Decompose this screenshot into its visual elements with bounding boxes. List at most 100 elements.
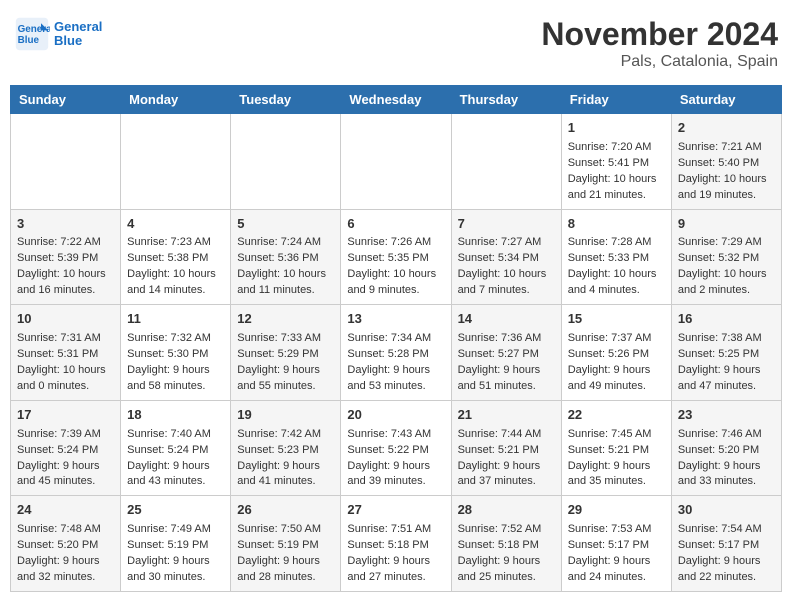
- calendar-cell: 25 Sunrise: 7:49 AM Sunset: 5:19 PM Dayli…: [121, 496, 231, 592]
- day-of-week-header: Monday: [121, 86, 231, 114]
- day-info: Sunrise: 7:32 AM Sunset: 5:30 PM Dayligh…: [127, 332, 211, 392]
- logo-text-line2: Blue: [54, 34, 102, 48]
- day-number: 17: [17, 406, 114, 425]
- calendar-week-row: 10 Sunrise: 7:31 AM Sunset: 5:31 PM Dayli…: [11, 305, 782, 401]
- day-info: Sunrise: 7:28 AM Sunset: 5:33 PM Dayligh…: [568, 236, 657, 296]
- day-number: 28: [458, 501, 555, 520]
- calendar-cell: 20 Sunrise: 7:43 AM Sunset: 5:22 PM Dayli…: [341, 400, 451, 496]
- location-title: Pals, Catalonia, Spain: [541, 53, 778, 71]
- day-info: Sunrise: 7:24 AM Sunset: 5:36 PM Dayligh…: [237, 236, 326, 296]
- day-number: 26: [237, 501, 334, 520]
- calendar-cell: 12 Sunrise: 7:33 AM Sunset: 5:29 PM Dayli…: [231, 305, 341, 401]
- calendar-header-row: SundayMondayTuesdayWednesdayThursdayFrid…: [11, 86, 782, 114]
- calendar-cell: [121, 114, 231, 210]
- day-info: Sunrise: 7:39 AM Sunset: 5:24 PM Dayligh…: [17, 428, 101, 488]
- calendar-cell: 8 Sunrise: 7:28 AM Sunset: 5:33 PM Daylig…: [561, 209, 671, 305]
- page-header: General Blue General Blue November 2024 …: [10, 10, 782, 77]
- calendar-cell: 10 Sunrise: 7:31 AM Sunset: 5:31 PM Dayli…: [11, 305, 121, 401]
- calendar-cell: 18Sunrise: 7:40 AM Sunset: 5:24 PM Dayli…: [121, 400, 231, 496]
- day-number: 9: [678, 215, 775, 234]
- day-info: Sunrise: 7:26 AM Sunset: 5:35 PM Dayligh…: [347, 236, 436, 296]
- calendar-cell: [451, 114, 561, 210]
- day-number: 30: [678, 501, 775, 520]
- day-number: 20: [347, 406, 444, 425]
- day-number: 21: [458, 406, 555, 425]
- day-info: Sunrise: 7:52 AM Sunset: 5:18 PM Dayligh…: [458, 523, 542, 583]
- day-number: 1: [568, 119, 665, 138]
- day-info: Sunrise: 7:42 AM Sunset: 5:23 PM Dayligh…: [237, 428, 321, 488]
- day-info: Sunrise: 7:49 AM Sunset: 5:19 PM Dayligh…: [127, 523, 211, 583]
- day-number: 4: [127, 215, 224, 234]
- day-number: 22: [568, 406, 665, 425]
- day-info: Sunrise: 7:51 AM Sunset: 5:18 PM Dayligh…: [347, 523, 431, 583]
- day-number: 5: [237, 215, 334, 234]
- day-info: Sunrise: 7:48 AM Sunset: 5:20 PM Dayligh…: [17, 523, 101, 583]
- day-number: 6: [347, 215, 444, 234]
- day-number: 23: [678, 406, 775, 425]
- title-area: November 2024 Pals, Catalonia, Spain: [541, 16, 778, 71]
- calendar-week-row: 24 Sunrise: 7:48 AM Sunset: 5:20 PM Dayli…: [11, 496, 782, 592]
- day-info: Sunrise: 7:46 AM Sunset: 5:20 PM Dayligh…: [678, 428, 762, 488]
- day-info: Sunrise: 7:20 AM Sunset: 5:41 PM Dayligh…: [568, 141, 657, 201]
- day-info: Sunrise: 7:43 AM Sunset: 5:22 PM Dayligh…: [347, 428, 431, 488]
- day-number: 7: [458, 215, 555, 234]
- calendar-cell: 13Sunrise: 7:34 AM Sunset: 5:28 PM Dayli…: [341, 305, 451, 401]
- calendar-cell: 24 Sunrise: 7:48 AM Sunset: 5:20 PM Dayli…: [11, 496, 121, 592]
- month-title: November 2024: [541, 16, 778, 53]
- calendar-cell: 27 Sunrise: 7:51 AM Sunset: 5:18 PM Dayli…: [341, 496, 451, 592]
- calendar-cell: 28 Sunrise: 7:52 AM Sunset: 5:18 PM Dayli…: [451, 496, 561, 592]
- calendar-cell: 19 Sunrise: 7:42 AM Sunset: 5:23 PM Dayli…: [231, 400, 341, 496]
- day-number: 8: [568, 215, 665, 234]
- calendar-cell: 2Sunrise: 7:21 AM Sunset: 5:40 PM Daylig…: [671, 114, 781, 210]
- calendar-cell: 4Sunrise: 7:23 AM Sunset: 5:38 PM Daylig…: [121, 209, 231, 305]
- day-number: 24: [17, 501, 114, 520]
- day-number: 18: [127, 406, 224, 425]
- calendar-cell: 23 Sunrise: 7:46 AM Sunset: 5:20 PM Dayli…: [671, 400, 781, 496]
- day-number: 25: [127, 501, 224, 520]
- day-number: 27: [347, 501, 444, 520]
- calendar-cell: 30 Sunrise: 7:54 AM Sunset: 5:17 PM Dayli…: [671, 496, 781, 592]
- day-info: Sunrise: 7:34 AM Sunset: 5:28 PM Dayligh…: [347, 332, 431, 392]
- calendar-cell: [231, 114, 341, 210]
- calendar-cell: [341, 114, 451, 210]
- calendar-cell: 16 Sunrise: 7:38 AM Sunset: 5:25 PM Dayli…: [671, 305, 781, 401]
- day-info: Sunrise: 7:33 AM Sunset: 5:29 PM Dayligh…: [237, 332, 321, 392]
- calendar-cell: 22 Sunrise: 7:45 AM Sunset: 5:21 PM Dayli…: [561, 400, 671, 496]
- day-of-week-header: Friday: [561, 86, 671, 114]
- day-number: 12: [237, 310, 334, 329]
- day-of-week-header: Saturday: [671, 86, 781, 114]
- day-info: Sunrise: 7:31 AM Sunset: 5:31 PM Dayligh…: [17, 332, 106, 392]
- day-number: 2: [678, 119, 775, 138]
- day-number: 3: [17, 215, 114, 234]
- day-info: Sunrise: 7:53 AM Sunset: 5:17 PM Dayligh…: [568, 523, 652, 583]
- calendar-cell: 3 Sunrise: 7:22 AM Sunset: 5:39 PM Daylig…: [11, 209, 121, 305]
- calendar-week-row: 1 Sunrise: 7:20 AM Sunset: 5:41 PM Daylig…: [11, 114, 782, 210]
- calendar-cell: 26 Sunrise: 7:50 AM Sunset: 5:19 PM Dayli…: [231, 496, 341, 592]
- calendar-cell: 29Sunrise: 7:53 AM Sunset: 5:17 PM Dayli…: [561, 496, 671, 592]
- day-info: Sunrise: 7:36 AM Sunset: 5:27 PM Dayligh…: [458, 332, 542, 392]
- calendar-cell: 14 Sunrise: 7:36 AM Sunset: 5:27 PM Dayli…: [451, 305, 561, 401]
- day-info: Sunrise: 7:50 AM Sunset: 5:19 PM Dayligh…: [237, 523, 321, 583]
- calendar-cell: 6 Sunrise: 7:26 AM Sunset: 5:35 PM Daylig…: [341, 209, 451, 305]
- calendar-cell: 7Sunrise: 7:27 AM Sunset: 5:34 PM Daylig…: [451, 209, 561, 305]
- logo-icon: General Blue: [14, 16, 50, 52]
- day-info: Sunrise: 7:44 AM Sunset: 5:21 PM Dayligh…: [458, 428, 542, 488]
- logo: General Blue General Blue: [14, 16, 102, 52]
- day-of-week-header: Wednesday: [341, 86, 451, 114]
- calendar-cell: 5 Sunrise: 7:24 AM Sunset: 5:36 PM Daylig…: [231, 209, 341, 305]
- calendar-cell: 21 Sunrise: 7:44 AM Sunset: 5:21 PM Dayli…: [451, 400, 561, 496]
- day-info: Sunrise: 7:22 AM Sunset: 5:39 PM Dayligh…: [17, 236, 106, 296]
- calendar-cell: 9Sunrise: 7:29 AM Sunset: 5:32 PM Daylig…: [671, 209, 781, 305]
- day-number: 14: [458, 310, 555, 329]
- calendar-cell: [11, 114, 121, 210]
- day-info: Sunrise: 7:45 AM Sunset: 5:21 PM Dayligh…: [568, 428, 652, 488]
- day-number: 10: [17, 310, 114, 329]
- day-number: 16: [678, 310, 775, 329]
- calendar-week-row: 17 Sunrise: 7:39 AM Sunset: 5:24 PM Dayli…: [11, 400, 782, 496]
- day-number: 11: [127, 310, 224, 329]
- day-number: 19: [237, 406, 334, 425]
- day-info: Sunrise: 7:38 AM Sunset: 5:25 PM Dayligh…: [678, 332, 762, 392]
- day-of-week-header: Tuesday: [231, 86, 341, 114]
- calendar-cell: 15Sunrise: 7:37 AM Sunset: 5:26 PM Dayli…: [561, 305, 671, 401]
- day-info: Sunrise: 7:54 AM Sunset: 5:17 PM Dayligh…: [678, 523, 762, 583]
